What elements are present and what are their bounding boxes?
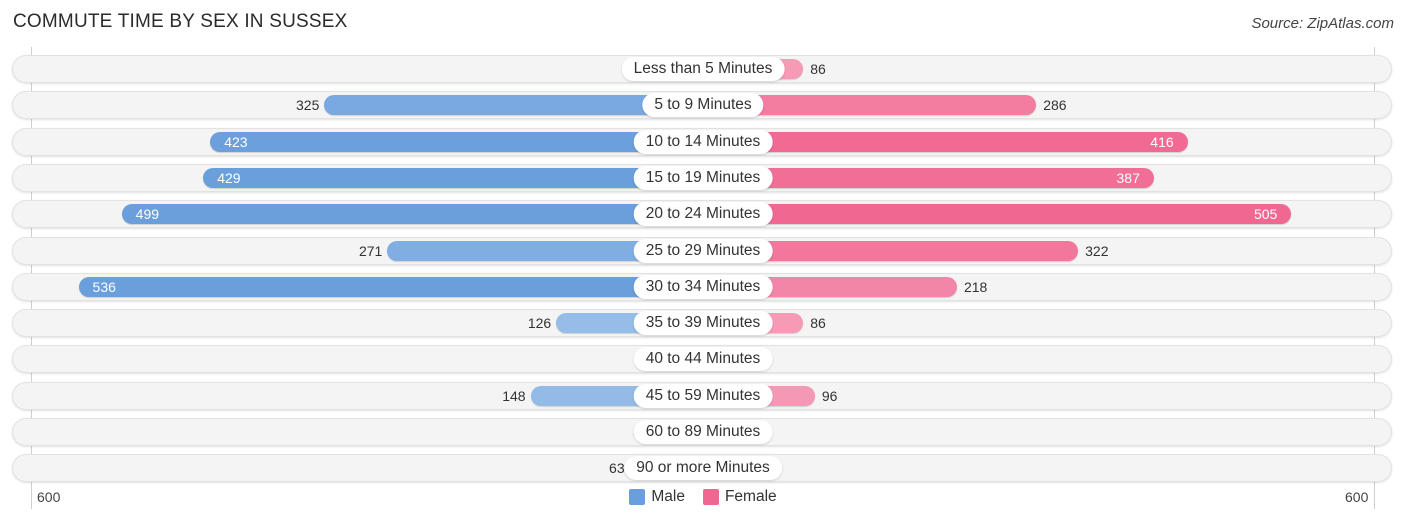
female-value-label: 416 xyxy=(1150,133,1174,150)
category-label: 20 to 24 Minutes xyxy=(633,202,773,227)
female-value-label: 387 xyxy=(1116,169,1140,186)
female-value-label: 218 xyxy=(963,278,988,295)
male-value-label: 499 xyxy=(135,206,160,223)
male-value-label: 429 xyxy=(217,169,241,186)
category-label: 25 to 29 Minutes xyxy=(633,238,773,263)
female-value-label: 86 xyxy=(810,315,826,332)
legend-male-label: Male xyxy=(651,488,685,505)
category-label: 90 or more Minutes xyxy=(624,456,782,481)
male-bar[interactable] xyxy=(210,131,703,152)
female-value-label: 505 xyxy=(1253,206,1278,223)
chart-title: COMMUTE TIME BY SEX IN SUSSEX xyxy=(13,11,348,32)
male-value-label: 126 xyxy=(527,315,552,332)
male-value-label: 63 xyxy=(609,460,625,477)
legend-female-label: Female xyxy=(724,488,777,505)
male-value-label: 325 xyxy=(296,97,320,114)
male-value-label: 271 xyxy=(358,242,383,259)
male-value-label: 423 xyxy=(224,133,248,150)
category-label: 35 to 39 Minutes xyxy=(633,311,773,336)
male-value-label: 536 xyxy=(92,278,116,295)
category-label: 5 to 9 Minutes xyxy=(642,93,764,118)
male-bar[interactable] xyxy=(203,167,703,188)
female-value-label: 286 xyxy=(1043,97,1067,114)
female-value-label: 96 xyxy=(821,387,838,404)
category-label: 30 to 34 Minutes xyxy=(633,274,773,299)
category-label: 45 to 59 Minutes xyxy=(633,383,773,408)
category-label: 40 to 44 Minutes xyxy=(633,347,773,372)
female-bar[interactable] xyxy=(703,131,1188,152)
male-bar[interactable] xyxy=(121,204,703,225)
female-value-label: 322 xyxy=(1085,242,1109,259)
male-swatch-icon xyxy=(629,489,646,505)
category-label: 15 to 19 Minutes xyxy=(633,165,773,190)
category-label: 10 to 14 Minutes xyxy=(633,129,773,154)
female-bar[interactable] xyxy=(703,204,1292,225)
male-value-label: 148 xyxy=(502,387,526,404)
category-label: 60 to 89 Minutes xyxy=(633,420,773,444)
source-label: Source: ZipAtlas.com xyxy=(1251,15,1394,32)
legend: Male Female xyxy=(0,488,1406,506)
legend-item-female[interactable]: Female xyxy=(702,488,777,506)
female-swatch-icon xyxy=(702,489,719,505)
male-bar[interactable] xyxy=(78,276,703,297)
category-label: Less than 5 Minutes xyxy=(621,57,785,81)
legend-item-male[interactable]: Male xyxy=(629,488,685,506)
female-value-label: 86 xyxy=(810,61,826,77)
